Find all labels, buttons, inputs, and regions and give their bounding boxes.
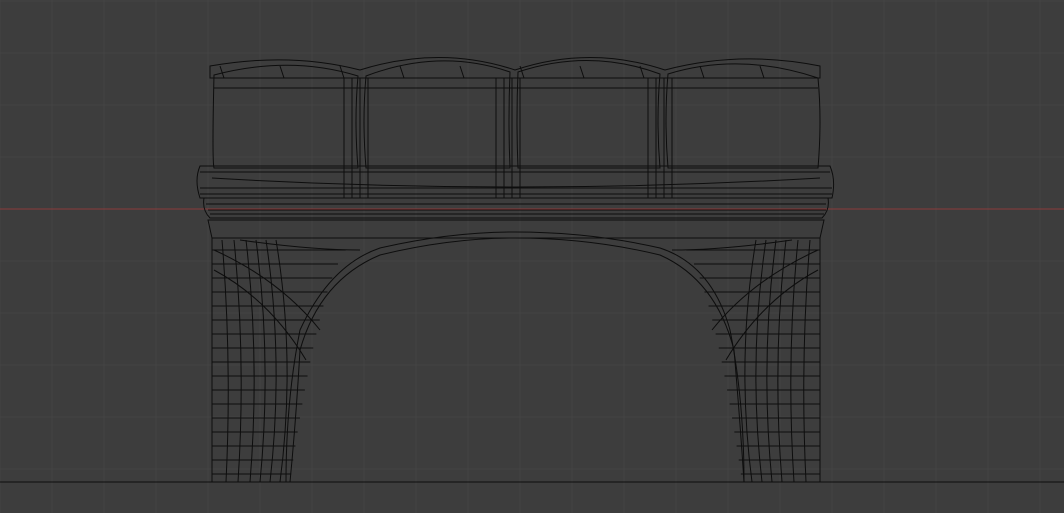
cushion-rim-segment [279, 65, 285, 79]
cushion-3 [516, 59, 661, 169]
grid-floor [0, 0, 1064, 513]
cushion-rim-segment [579, 65, 585, 79]
right-leg-mesh [671, 239, 820, 483]
apron-outline [203, 197, 829, 219]
cushion-4 [665, 63, 821, 169]
cushion-rim-segment [219, 65, 225, 79]
cushion-rim-segment [459, 65, 465, 79]
bench-wireframe-model[interactable] [196, 57, 835, 483]
cushion-rim-segment [699, 65, 705, 79]
cushion-rim-segment [399, 65, 405, 79]
leg-mesh-curve [213, 249, 321, 331]
cushion-1 [212, 64, 359, 169]
cushion-rim-segment [759, 65, 765, 79]
cushion-2 [363, 60, 511, 169]
arch-inner-edge [285, 231, 745, 483]
viewport-canvas[interactable] [0, 0, 1064, 513]
apron [203, 197, 829, 219]
leg-mesh-curve [671, 239, 793, 251]
cushion-seams [214, 65, 818, 198]
3d-viewport[interactable] [0, 0, 1064, 513]
left-leg-mesh [212, 239, 361, 483]
seat-band-inner [211, 177, 821, 188]
seat-band [196, 165, 835, 199]
leg-mesh-curve [239, 239, 361, 251]
